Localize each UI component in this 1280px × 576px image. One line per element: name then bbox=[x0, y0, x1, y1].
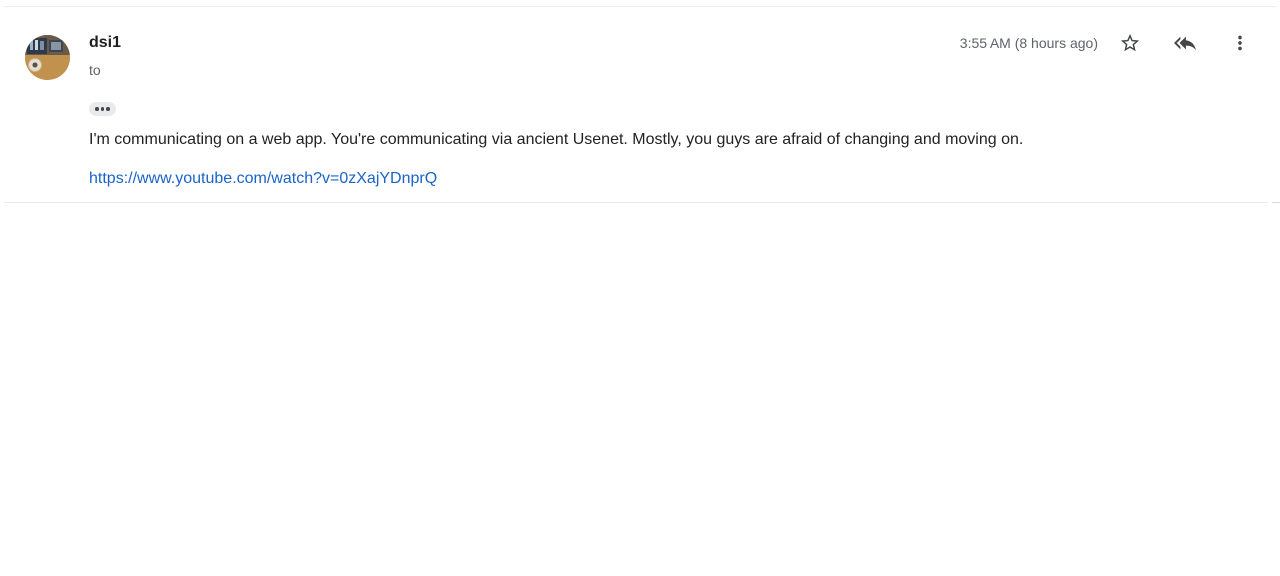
star-icon bbox=[1120, 33, 1140, 52]
scrollbar-edge bbox=[1272, 202, 1280, 203]
reply-all-button[interactable] bbox=[1169, 27, 1201, 59]
more-vertical-icon bbox=[1238, 35, 1242, 51]
more-options-button[interactable] bbox=[1224, 27, 1256, 59]
recipient-line[interactable]: to bbox=[89, 61, 101, 79]
message-bottom-divider bbox=[4, 202, 1268, 203]
ellipsis-icon bbox=[95, 107, 99, 111]
avatar-photo bbox=[25, 35, 70, 80]
message-timestamp: 3:55 AM (8 hours ago) bbox=[959, 35, 1098, 51]
sender-avatar[interactable] bbox=[25, 35, 70, 80]
ellipsis-icon bbox=[106, 107, 110, 111]
reply-all-icon bbox=[1174, 36, 1196, 51]
thread-top-divider bbox=[4, 6, 1276, 7]
recipient-label: to bbox=[89, 62, 101, 78]
message-link[interactable]: https://www.youtube.com/watch?v=0zXajYDn… bbox=[89, 168, 437, 189]
message-body: I'm communicating on a web app. You're c… bbox=[89, 131, 1024, 148]
star-button[interactable] bbox=[1114, 27, 1146, 59]
ellipsis-icon bbox=[100, 107, 105, 111]
sender-name[interactable]: dsi1 bbox=[89, 33, 121, 53]
show-trimmed-content-button[interactable] bbox=[89, 102, 116, 116]
